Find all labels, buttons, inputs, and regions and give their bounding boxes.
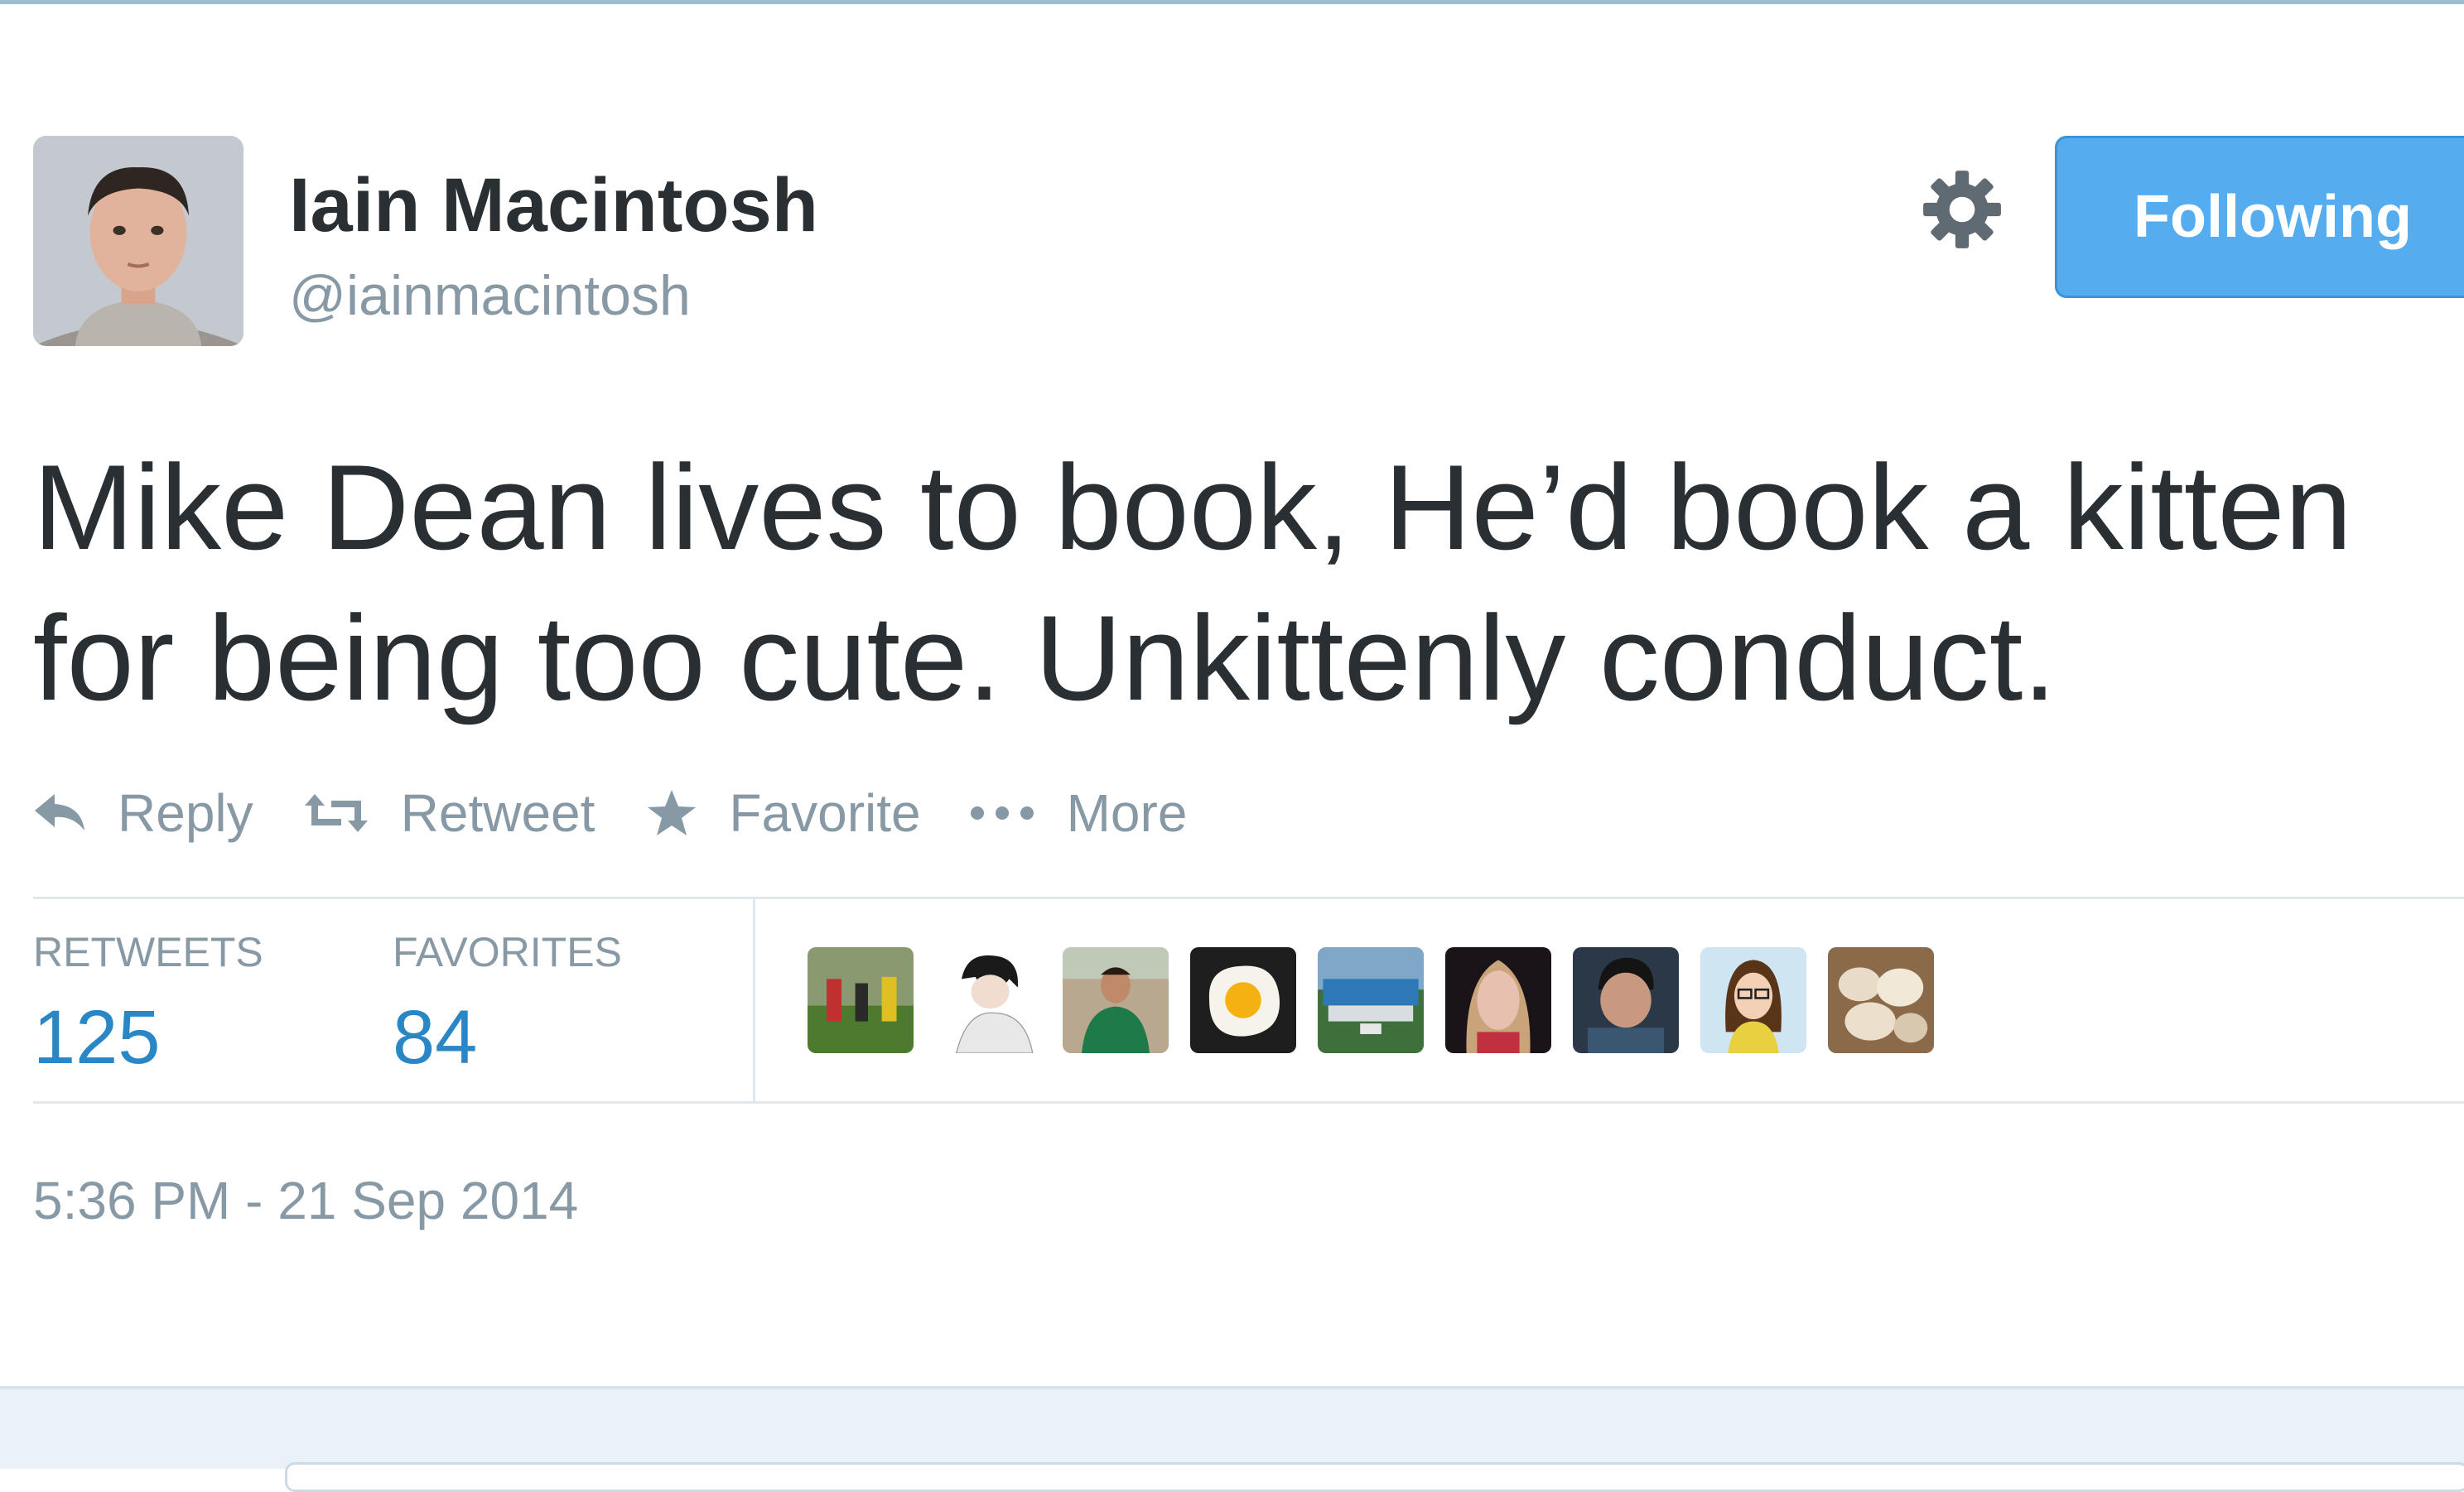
user-name[interactable]: Iain Macintosh <box>289 167 818 243</box>
retweets-label: RETWEETS <box>33 929 263 975</box>
retweets-stat[interactable]: RETWEETS 125 <box>33 931 263 1076</box>
following-button[interactable]: Following <box>2055 136 2464 298</box>
reply-icon <box>35 794 84 830</box>
football-players-image <box>808 947 914 1053</box>
more-dots-icon <box>970 806 1034 820</box>
avatar-image <box>33 136 244 346</box>
gear-icon[interactable] <box>1920 167 2004 252</box>
favoriter-avatar[interactable] <box>1573 947 1679 1053</box>
woman-portrait-image <box>1445 947 1551 1053</box>
stats-top-divider <box>33 897 2464 899</box>
stats-bottom-divider <box>33 1101 2464 1104</box>
favoriter-avatars <box>808 947 1955 1053</box>
tweet-text: Mike Dean lives to book, He’d book a kit… <box>33 440 2352 725</box>
favoriter-avatar[interactable] <box>1190 947 1296 1053</box>
favoriter-avatar[interactable] <box>1318 947 1424 1053</box>
retweets-count[interactable]: 125 <box>33 999 263 1076</box>
reply-area <box>0 1386 2464 1492</box>
favorite-label: Favorite <box>729 783 921 843</box>
man-scarf-image <box>1573 947 1679 1053</box>
favoriter-avatar[interactable] <box>1063 947 1169 1053</box>
favorite-button[interactable]: Favorite <box>646 782 921 844</box>
kittens-image <box>1828 947 1934 1053</box>
retweet-icon <box>304 794 368 832</box>
more-button[interactable]: More <box>969 782 1188 844</box>
favoriter-avatar[interactable] <box>935 947 1041 1053</box>
reply-label: Reply <box>118 783 253 843</box>
user-handle[interactable]: @iainmacintosh <box>289 267 691 324</box>
favorites-stat[interactable]: FAVORITES 84 <box>393 931 622 1076</box>
star-icon <box>648 790 697 835</box>
retweet-button[interactable]: Retweet <box>303 782 596 844</box>
favorites-label: FAVORITES <box>393 929 622 975</box>
favorites-count[interactable]: 84 <box>393 999 622 1076</box>
user-avatar[interactable] <box>33 136 244 346</box>
favoriter-avatar[interactable] <box>1445 947 1551 1053</box>
reply-input[interactable] <box>285 1462 2464 1492</box>
favoriter-avatar[interactable] <box>1828 947 1934 1053</box>
team-photo-image <box>1318 947 1424 1053</box>
fried-egg-image <box>1190 947 1296 1053</box>
tweet-timestamp[interactable]: 5:36 PM - 21 Sep 2014 <box>33 1174 578 1227</box>
favoriter-avatar[interactable] <box>1700 947 1806 1053</box>
anime-character-image <box>935 947 1041 1053</box>
retweet-label: Retweet <box>400 783 596 843</box>
stats-vertical-divider <box>753 898 755 1104</box>
more-label: More <box>1066 783 1188 843</box>
top-border <box>0 0 2464 4</box>
cartoon-woman-image <box>1700 947 1806 1053</box>
tweet-actions: Reply Retweet Favorite More <box>33 780 1187 846</box>
man-green-shirt-image <box>1063 947 1169 1053</box>
reply-button[interactable]: Reply <box>33 782 253 844</box>
favoriter-avatar[interactable] <box>808 947 914 1053</box>
